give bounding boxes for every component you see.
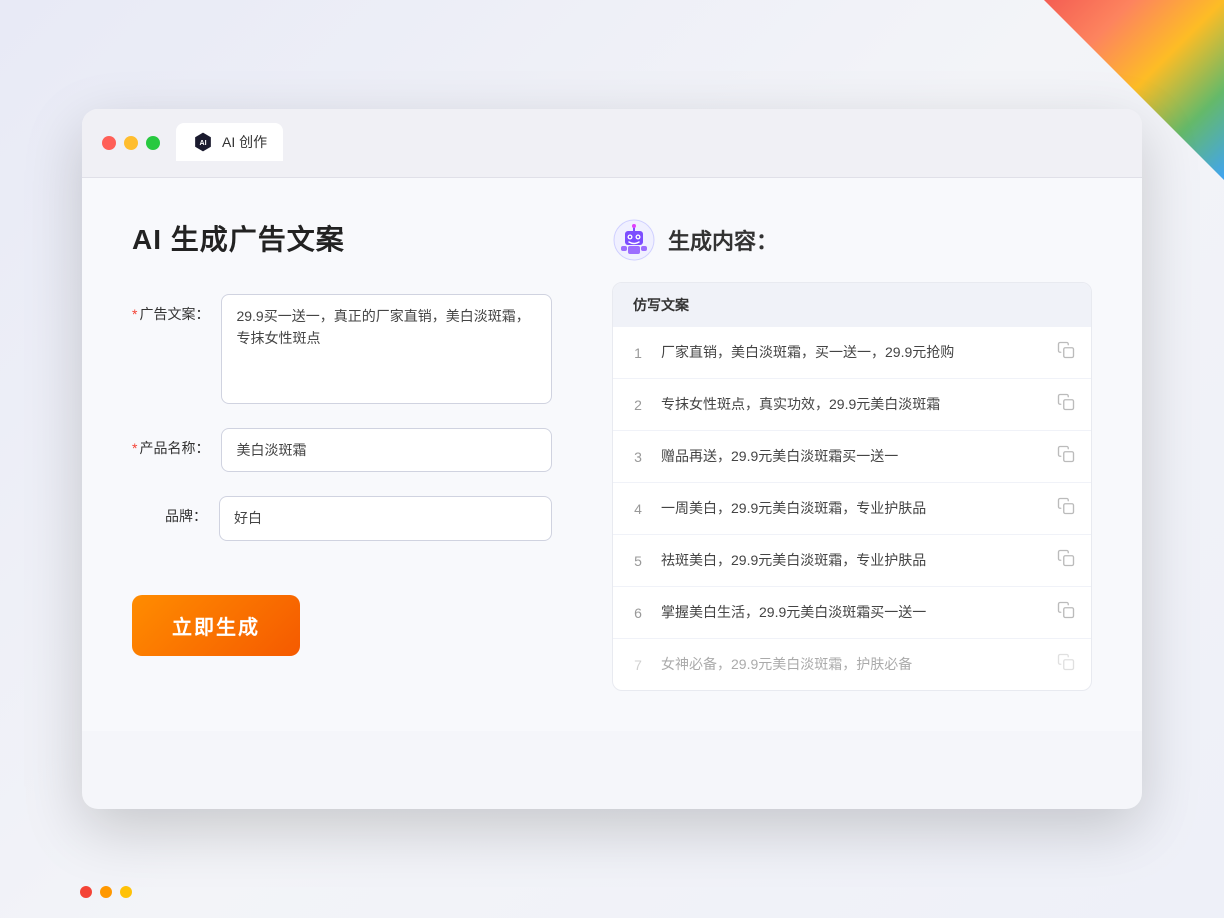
browser-tab[interactable]: AI AI 创作: [176, 123, 283, 163]
results-container: 1 厂家直销，美白淡斑霜，买一送一，29.9元抢购 2 专抹女性斑点，真实功效，29…: [613, 327, 1091, 690]
result-row: 5 祛斑美白，29.9元美白淡斑霜，专业护肤品: [613, 535, 1091, 587]
result-row: 6 掌握美白生活，29.9元美白淡斑霜买一送一: [613, 587, 1091, 639]
result-row: 2 专抹女性斑点，真实功效，29.9元美白淡斑霜: [613, 379, 1091, 431]
table-header: 仿写文案: [613, 283, 1091, 327]
brand-input[interactable]: [219, 496, 552, 540]
product-name-group: *产品名称：: [132, 428, 552, 472]
brand-label: 品牌：: [132, 496, 207, 526]
brand-group: 品牌：: [132, 496, 552, 540]
main-content: AI 生成广告文案 *广告文案： *产品名称： 品牌： 立即生成: [82, 178, 1142, 731]
product-name-input[interactable]: [221, 428, 552, 472]
result-row: 3 赠品再送，29.9元美白淡斑霜买一送一: [613, 431, 1091, 483]
required-star-product: *: [132, 440, 137, 456]
right-title: 生成内容：: [668, 224, 778, 256]
row-text: 厂家直销，美白淡斑霜，买一送一，29.9元抢购: [661, 342, 1043, 363]
generate-button[interactable]: 立即生成: [132, 595, 300, 656]
ai-tab-icon: AI: [192, 131, 214, 153]
row-number: 6: [629, 605, 647, 621]
title-bar: AI AI 创作: [82, 109, 1142, 178]
copy-icon[interactable]: [1057, 341, 1075, 364]
copy-icon[interactable]: [1057, 549, 1075, 572]
row-number: 3: [629, 449, 647, 465]
row-text: 赠品再送，29.9元美白淡斑霜买一送一: [661, 446, 1043, 467]
row-text: 祛斑美白，29.9元美白淡斑霜，专业护肤品: [661, 550, 1043, 571]
copy-icon[interactable]: [1057, 445, 1075, 468]
tab-title-label: AI 创作: [222, 132, 267, 152]
product-name-label: *产品名称：: [132, 428, 209, 458]
row-number: 2: [629, 397, 647, 413]
robot-icon: [612, 218, 656, 262]
copy-icon[interactable]: [1057, 653, 1075, 676]
copy-icon[interactable]: [1057, 601, 1075, 624]
row-number: 5: [629, 553, 647, 569]
row-number: 1: [629, 345, 647, 361]
browser-window: AI AI 创作 AI 生成广告文案 *广告文案： *产品名称：: [82, 109, 1142, 809]
right-panel: 生成内容： 仿写文案 1 厂家直销，美白淡斑霜，买一送一，29.9元抢购 2 专抹女…: [612, 218, 1092, 691]
traffic-lights: [102, 136, 160, 150]
copy-icon[interactable]: [1057, 497, 1075, 520]
left-panel: AI 生成广告文案 *广告文案： *产品名称： 品牌： 立即生成: [132, 218, 552, 691]
row-text: 专抹女性斑点，真实功效，29.9元美白淡斑霜: [661, 394, 1043, 415]
required-star-ad-copy: *: [132, 306, 137, 322]
row-text: 女神必备，29.9元美白淡斑霜，护肤必备: [661, 654, 1043, 675]
bg-decoration-bottom-left: [80, 886, 132, 898]
decor-dot-yellow: [120, 886, 132, 898]
result-row: 1 厂家直销，美白淡斑霜，买一送一，29.9元抢购: [613, 327, 1091, 379]
ad-copy-group: *广告文案：: [132, 294, 552, 404]
row-number: 4: [629, 501, 647, 517]
decor-dot-orange: [100, 886, 112, 898]
row-number: 7: [629, 657, 647, 673]
result-row: 7 女神必备，29.9元美白淡斑霜，护肤必备: [613, 639, 1091, 690]
row-text: 掌握美白生活，29.9元美白淡斑霜买一送一: [661, 602, 1043, 623]
close-button[interactable]: [102, 136, 116, 150]
row-text: 一周美白，29.9元美白淡斑霜，专业护肤品: [661, 498, 1043, 519]
page-title: AI 生成广告文案: [132, 218, 552, 258]
minimize-button[interactable]: [124, 136, 138, 150]
result-table: 仿写文案 1 厂家直销，美白淡斑霜，买一送一，29.9元抢购 2 专抹女性斑点，真实…: [612, 282, 1092, 691]
right-header: 生成内容：: [612, 218, 1092, 262]
copy-icon[interactable]: [1057, 393, 1075, 416]
svg-text:AI: AI: [199, 140, 206, 147]
ad-copy-input[interactable]: [221, 294, 552, 404]
ad-copy-label: *广告文案：: [132, 294, 209, 324]
decor-dot-red: [80, 886, 92, 898]
maximize-button[interactable]: [146, 136, 160, 150]
result-row: 4 一周美白，29.9元美白淡斑霜，专业护肤品: [613, 483, 1091, 535]
